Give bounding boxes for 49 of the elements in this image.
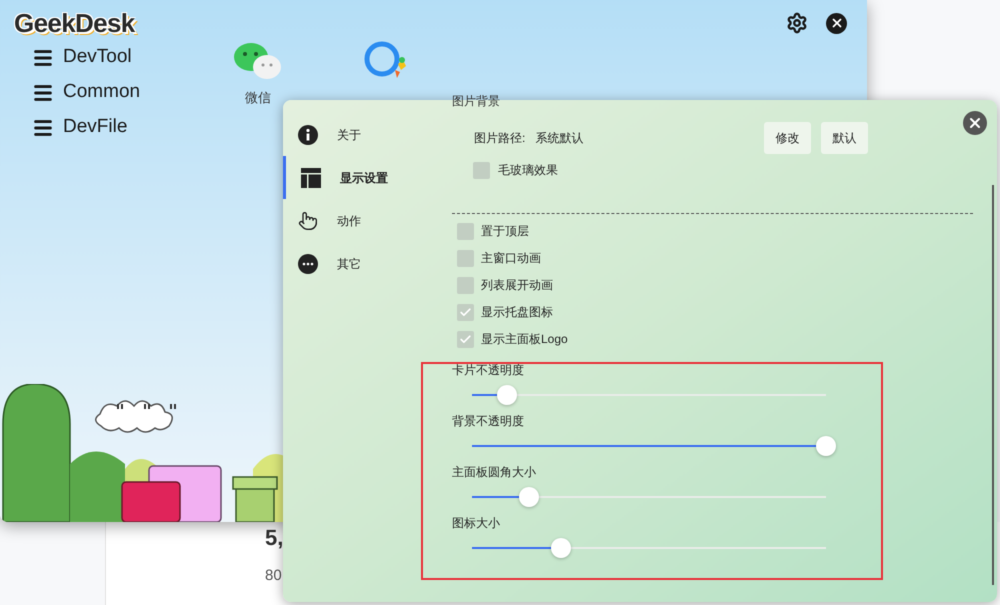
section-title: 图片背景 <box>452 94 501 108</box>
path-value: 系统默认 <box>535 130 584 147</box>
slider-label: 卡片不透明度 <box>452 362 525 379</box>
slider-label: 主面板圆角大小 <box>452 464 537 481</box>
checkbox-label: 主窗口动画 <box>481 250 541 267</box>
text-button[interactable]: 默认 <box>821 122 868 154</box>
slider-label: 背景不透明度 <box>452 413 525 430</box>
pointing-hand-icon <box>298 210 318 230</box>
checkbox[interactable] <box>457 223 474 240</box>
menu-item[interactable]: DevTool <box>32 44 232 71</box>
checkbox-label: 列表展开动画 <box>481 277 553 294</box>
chat-bubbles-icon[interactable] <box>232 40 284 82</box>
checkbox[interactable] <box>457 277 474 294</box>
info-icon <box>298 124 318 144</box>
close-button[interactable] <box>826 12 847 34</box>
text-button[interactable]: 修改 <box>764 122 811 154</box>
checkbox-label: 显示托盘图标 <box>481 304 553 321</box>
nav-item[interactable]: 动作 <box>283 199 443 242</box>
close-icon <box>967 115 983 131</box>
more-icon <box>298 254 318 274</box>
menu-item[interactable]: Common <box>32 79 232 106</box>
checkbox[interactable] <box>473 162 490 178</box>
slider-thumb[interactable] <box>518 487 539 507</box>
checkbox-label: 显示主面板Logo <box>481 331 568 348</box>
close-button[interactable] <box>963 111 987 135</box>
slider-label: 图标大小 <box>452 515 501 532</box>
path-label: 图片路径: <box>474 130 526 147</box>
slider-thumb[interactable] <box>816 436 836 456</box>
nav-item[interactable]: 关于 <box>283 113 443 156</box>
logo: GeekDesk <box>14 7 135 40</box>
nav-item[interactable]: 显示设置 <box>283 156 443 199</box>
nav-item[interactable]: 其它 <box>283 242 443 285</box>
scrollbar[interactable] <box>992 185 994 585</box>
checkbox[interactable] <box>457 304 474 321</box>
checkbox-label: 毛玻璃效果 <box>498 162 558 179</box>
app-tile[interactable]: 微信 <box>232 40 284 141</box>
menu-item[interactable]: DevFile <box>32 114 232 141</box>
checkbox[interactable] <box>457 331 474 348</box>
slider-thumb[interactable] <box>550 538 570 558</box>
slider-thumb[interactable] <box>497 385 518 405</box>
close-icon <box>830 16 844 30</box>
check-icon <box>459 306 472 319</box>
number-text: 80 <box>265 566 282 586</box>
check-icon <box>459 333 472 346</box>
checkbox[interactable] <box>457 250 474 267</box>
number-text: 5, <box>265 524 284 552</box>
checkbox-label: 置于顶层 <box>481 223 529 240</box>
settings-icon[interactable] <box>786 12 808 34</box>
layout-icon <box>301 168 321 188</box>
